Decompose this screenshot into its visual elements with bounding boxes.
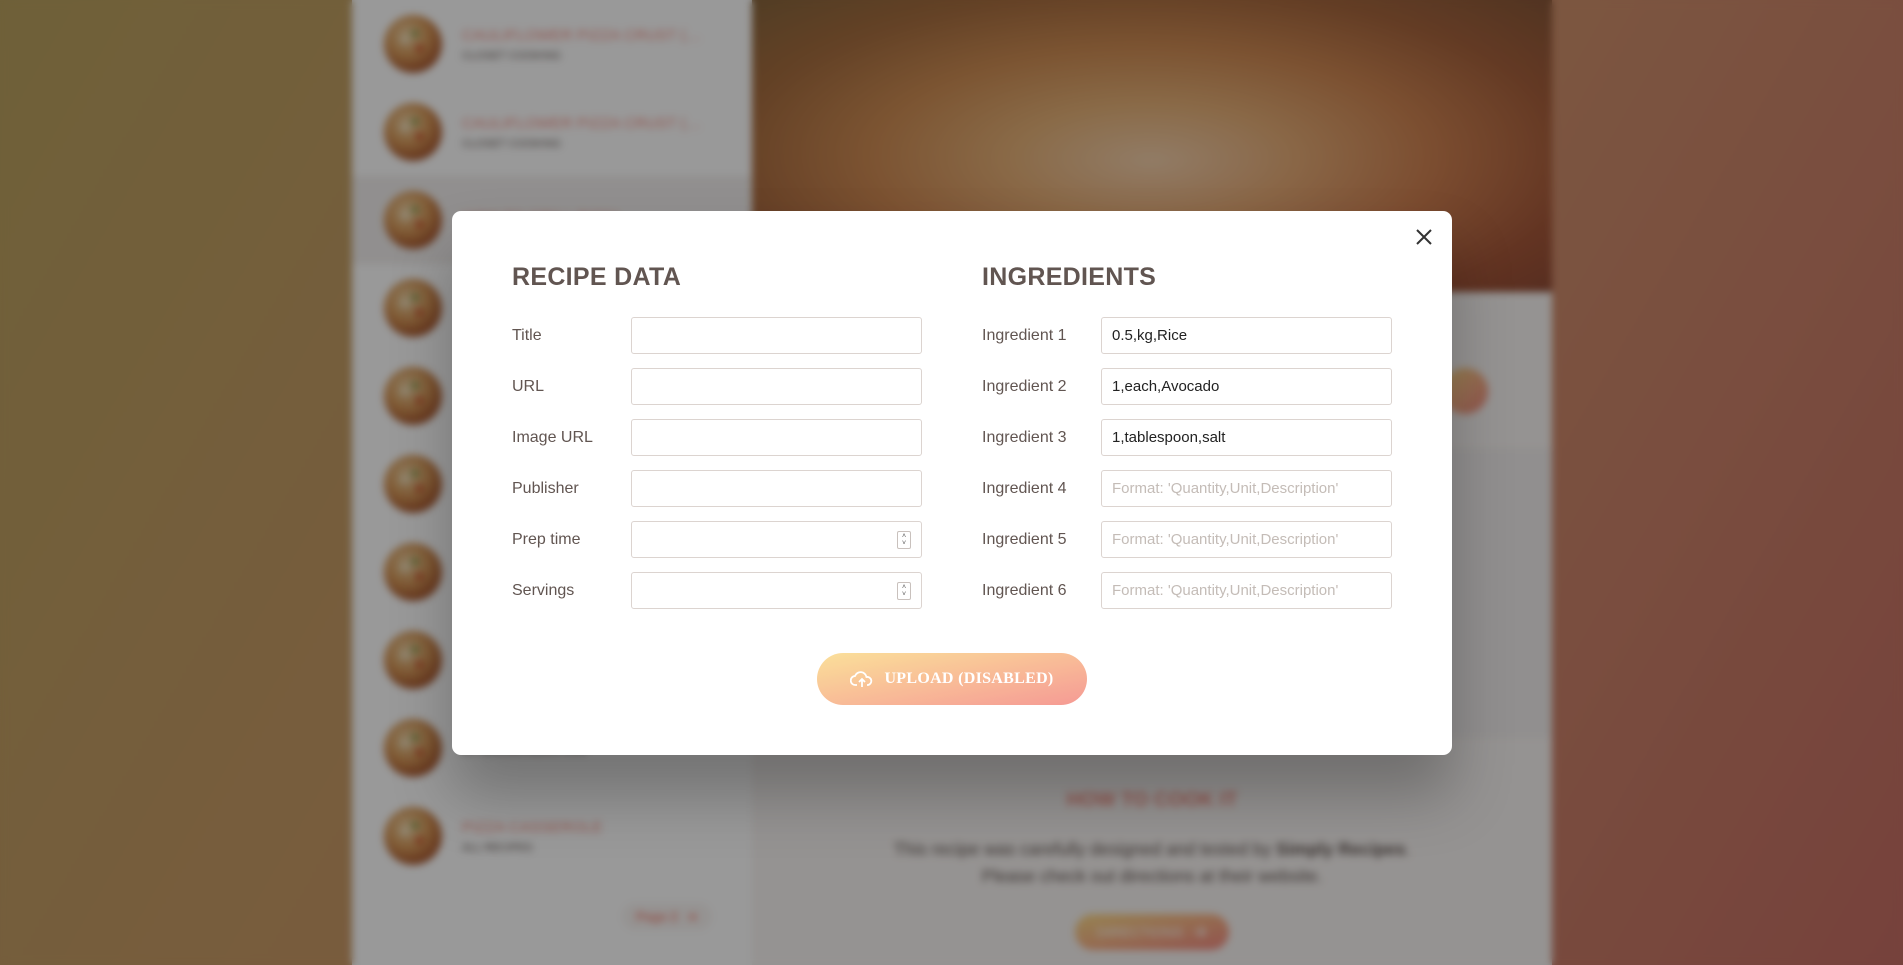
add-recipe-modal: RECIPE DATA Title URL Image URL Publisher Pr… (452, 211, 1452, 755)
recipe-field-row: URL (512, 368, 922, 405)
stepper-icon[interactable]: ˄ ˅ (897, 582, 911, 600)
recipe-fields: Title URL Image URL Publisher Prep time ˄ ˅ Ser… (512, 317, 922, 609)
stepper-icon[interactable]: ˄ ˅ (897, 531, 911, 549)
image-url-label: Image URL (512, 428, 593, 446)
recipe-data-column: RECIPE DATA Title URL Image URL Publisher Pr… (512, 263, 922, 623)
ingredient-5-label: Ingredient 5 (982, 530, 1067, 548)
ingredients-column: INGREDIENTS Ingredient 1 0.5,kg,Rice Ingre… (982, 263, 1392, 623)
upload-button[interactable]: UPLOAD (DISABLED) (817, 653, 1087, 705)
ingredient-fields: Ingredient 1 0.5,kg,Rice Ingredient 2 1,eac… (982, 317, 1392, 609)
ingredients-heading: INGREDIENTS (982, 263, 1157, 291)
ingredient-6-input[interactable]: Format: 'Quantity,Unit,Description' (1101, 572, 1392, 609)
prep-time-input[interactable]: ˄ ˅ (631, 521, 922, 558)
url-input[interactable] (631, 368, 922, 405)
ingredient-4-input[interactable]: Format: 'Quantity,Unit,Description' (1101, 470, 1392, 507)
ingredient-2-label: Ingredient 2 (982, 377, 1067, 395)
ingredient-row: Ingredient 2 1,each,Avocado (982, 368, 1392, 405)
close-modal-button[interactable] (1410, 223, 1438, 251)
servings-label: Servings (512, 581, 575, 599)
recipe-field-row: Servings ˄ ˅ (512, 572, 922, 609)
ingredient-row: Ingredient 5 Format: 'Quantity,Unit,Descr… (982, 521, 1392, 558)
ingredient-3-input[interactable]: 1,tablespoon,salt (1101, 419, 1392, 456)
ingredient-1-label: Ingredient 1 (982, 326, 1067, 344)
upload-button-label: UPLOAD (DISABLED) (884, 670, 1054, 687)
image-url-input[interactable] (631, 419, 922, 456)
title-input[interactable] (631, 317, 922, 354)
ingredient-5-input[interactable]: Format: 'Quantity,Unit,Description' (1101, 521, 1392, 558)
publisher-input[interactable] (631, 470, 922, 507)
prep-time-label: Prep time (512, 530, 581, 548)
recipe-field-row: Prep time ˄ ˅ (512, 521, 922, 558)
recipe-field-row: Title (512, 317, 922, 354)
ingredient-4-label: Ingredient 4 (982, 479, 1067, 497)
upload-cloud-icon (850, 671, 873, 687)
recipe-field-row: Image URL (512, 419, 922, 456)
ingredient-1-input[interactable]: 0.5,kg,Rice (1101, 317, 1392, 354)
url-label: URL (512, 377, 545, 395)
ingredient-3-label: Ingredient 3 (982, 428, 1067, 446)
publisher-label: Publisher (512, 479, 579, 497)
ingredient-row: Ingredient 4 Format: 'Quantity,Unit,Descr… (982, 470, 1392, 507)
recipe-field-row: Publisher (512, 470, 922, 507)
ingredient-2-input[interactable]: 1,each,Avocado (1101, 368, 1392, 405)
ingredient-row: Ingredient 6 Format: 'Quantity,Unit,Descr… (982, 572, 1392, 609)
ingredient-6-label: Ingredient 6 (982, 581, 1067, 599)
servings-input[interactable]: ˄ ˅ (631, 572, 922, 609)
ingredient-row: Ingredient 1 0.5,kg,Rice (982, 317, 1392, 354)
close-icon (1416, 229, 1432, 245)
title-label: Title (512, 326, 542, 344)
ingredient-row: Ingredient 3 1,tablespoon,salt (982, 419, 1392, 456)
recipe-data-heading: RECIPE DATA (512, 263, 682, 291)
